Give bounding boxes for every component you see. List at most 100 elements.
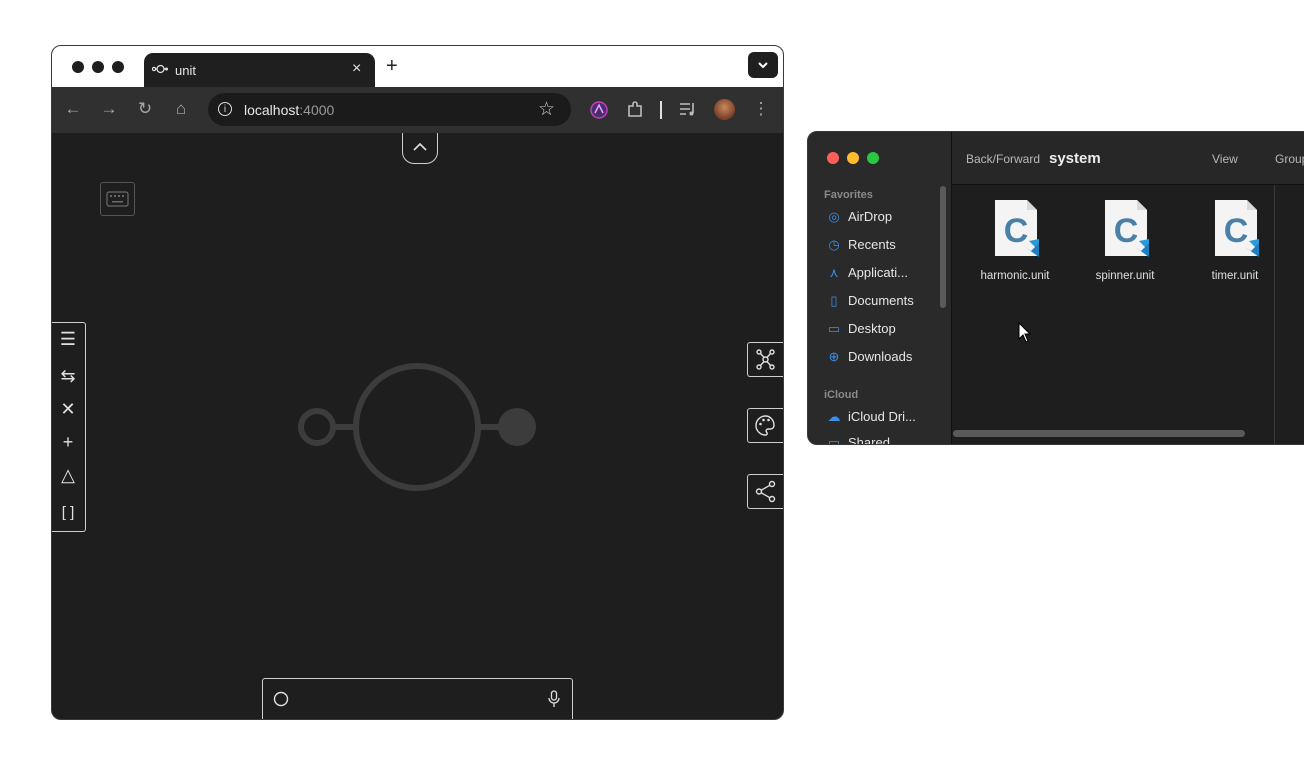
group-button[interactable]: Group (1275, 152, 1304, 166)
browser-menu-button[interactable]: ⋮ (751, 99, 771, 119)
unit-logo-graphic[interactable] (296, 361, 540, 493)
palette-tool-button[interactable] (747, 408, 783, 443)
url-port: :4000 (299, 102, 335, 118)
keyboard-button[interactable] (100, 182, 135, 216)
file-letter: C (1224, 212, 1249, 250)
unit-favicon-icon (152, 64, 168, 74)
reload-button[interactable]: ↻ (135, 99, 155, 119)
site-info-icon[interactable]: i (218, 102, 232, 116)
sidebar-item-recents[interactable]: ◷ Recents (826, 237, 896, 257)
swap-tool-button[interactable]: ⇆ (58, 366, 78, 386)
finder-minimize-button[interactable] (847, 152, 859, 164)
vscode-c-file-icon: C (1215, 200, 1259, 257)
forward-button[interactable]: → (99, 99, 119, 119)
window-minimize-button[interactable] (92, 61, 104, 73)
chevron-up-icon (413, 142, 427, 151)
vscode-c-file-icon: C (995, 200, 1039, 257)
file-letter: C (1004, 212, 1029, 250)
file-item-timer[interactable]: C timer.unit (1185, 199, 1285, 295)
tab-close-icon[interactable]: × (352, 60, 361, 78)
airdrop-icon: ◎ (828, 209, 840, 224)
browser-toolbar: ← → ↻ ⌂ i localhost:4000 ☆ ⋮ (52, 87, 783, 133)
menu-tool-button[interactable]: ☰ (58, 329, 78, 349)
file-name: timer.unit (1211, 270, 1259, 282)
back-button[interactable]: ← (63, 99, 83, 119)
window-zoom-button[interactable] (112, 61, 124, 73)
bracket-tool-button[interactable]: [ ] (58, 503, 78, 523)
finder-window-title: system (1049, 150, 1101, 167)
applications-icon: ⋏ (829, 265, 839, 280)
url-host: localhost (244, 102, 300, 118)
profile-avatar[interactable] (714, 99, 735, 120)
view-button[interactable]: View (1212, 152, 1238, 166)
address-bar[interactable]: i localhost:4000 ☆ (208, 93, 571, 126)
tab-title: unit (175, 63, 196, 78)
sidebar-item-downloads[interactable]: ⊕ Downloads (826, 349, 913, 369)
mouse-cursor-icon (1018, 322, 1032, 343)
chevron-down-icon (758, 62, 768, 69)
left-toolbar: ☰ ⇆ ✕ + △ [ ] (52, 322, 86, 532)
favorites-section-label: Favorites (824, 189, 873, 201)
finder-window: Favorites ◎ AirDrop ◷ Recents ⋏ Applicati..… (807, 131, 1304, 445)
sidebar-scrollbar[interactable] (940, 186, 946, 308)
share-tool-button[interactable] (747, 474, 783, 509)
sidebar-item-applications[interactable]: ⋏ Applicati... (826, 265, 908, 285)
browser-tab[interactable]: unit × (144, 53, 375, 87)
desktop-icon: ▭ (827, 321, 841, 336)
sidebar-item-airdrop[interactable]: ◎ AirDrop (826, 209, 892, 229)
vscode-c-file-icon: C (1105, 200, 1149, 257)
sidebar-item-shared[interactable]: ▭ Shared (826, 435, 890, 444)
sidebar-item-label: iCloud Dri... (848, 409, 916, 424)
finder-sidebar: Favorites ◎ AirDrop ◷ Recents ⋏ Applicati..… (808, 132, 952, 444)
toolbar-divider (660, 101, 662, 119)
sidebar-item-label: Downloads (848, 349, 913, 364)
sidebar-item-documents[interactable]: ▯ Documents (826, 293, 914, 313)
file-letter: C (1114, 212, 1139, 250)
extensions-puzzle-icon[interactable] (625, 100, 645, 120)
collapse-top-button[interactable] (402, 133, 438, 164)
keyboard-icon (106, 191, 129, 207)
file-name: spinner.unit (1095, 270, 1155, 282)
search-bar[interactable] (262, 678, 573, 719)
sidebar-item-icloud-drive[interactable]: ☁ iCloud Dri... (826, 409, 916, 429)
page-canvas[interactable]: ☰ ⇆ ✕ + △ [ ] (52, 133, 783, 719)
palette-icon (755, 415, 775, 436)
browser-window: unit × + ← → ↻ ⌂ i localhost:4000 ☆ ⋮ ☰ … (51, 45, 784, 720)
file-name: harmonic.unit (980, 270, 1050, 282)
sidebar-item-label: AirDrop (848, 209, 893, 224)
sidebar-item-label: Desktop (848, 321, 896, 336)
add-tool-button[interactable]: + (58, 432, 78, 452)
bookmark-star-icon[interactable]: ☆ (538, 98, 555, 121)
sidebar-item-label: Documents (848, 293, 914, 308)
sidebar-item-label: Recents (848, 237, 896, 252)
window-close-button[interactable] (72, 61, 84, 73)
column-divider (1274, 185, 1275, 444)
file-item-harmonic[interactable]: C harmonic.unit (965, 199, 1065, 295)
triangle-tool-button[interactable]: △ (58, 465, 78, 485)
sidebar-item-desktop[interactable]: ▭ Desktop (826, 321, 896, 341)
icloud-section-label: iCloud (824, 389, 859, 401)
tab-search-button[interactable] (748, 52, 778, 78)
search-circle-icon (273, 691, 289, 707)
finder-close-button[interactable] (827, 152, 839, 164)
graph-tool-button[interactable] (747, 342, 783, 377)
finder-zoom-button[interactable] (867, 152, 879, 164)
download-icon: ⊕ (828, 349, 840, 364)
share-icon (755, 480, 776, 503)
remove-tool-button[interactable]: ✕ (58, 399, 78, 419)
media-queue-icon[interactable] (679, 101, 697, 117)
file-item-spinner[interactable]: C spinner.unit (1075, 199, 1175, 295)
finder-toolbar: Back/Forward system View Group (952, 132, 1304, 185)
new-tab-button[interactable]: + (386, 55, 398, 78)
extension-icon-colorful[interactable] (589, 100, 609, 120)
back-forward-button[interactable]: Back/Forward (966, 152, 1040, 166)
graph-icon (756, 349, 775, 370)
document-icon: ▯ (830, 293, 838, 308)
home-button[interactable]: ⌂ (171, 99, 191, 119)
sidebar-item-label: Applicati... (848, 265, 908, 280)
microphone-icon[interactable] (546, 690, 562, 708)
cloud-icon: ☁ (827, 409, 841, 424)
clock-icon: ◷ (828, 237, 840, 252)
horizontal-scrollbar[interactable] (953, 430, 1245, 437)
url-text[interactable]: localhost:4000 (244, 102, 334, 118)
